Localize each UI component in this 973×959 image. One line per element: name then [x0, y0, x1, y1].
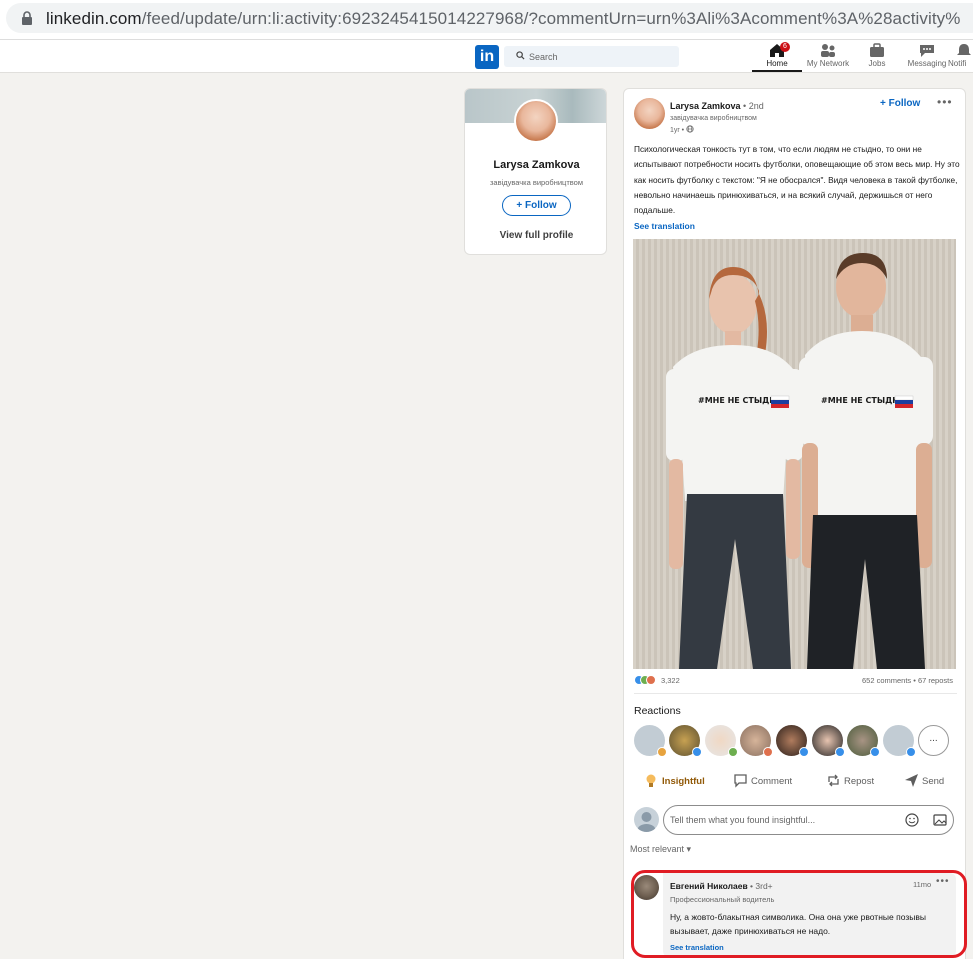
nav-home-label: Home [766, 59, 788, 68]
comment-bubble: Евгений Николаев • 3rd+ 11mo ••• Професс… [663, 873, 956, 957]
profile-avatar[interactable] [514, 99, 558, 143]
post-meta: 1yr • [670, 125, 694, 134]
search-icon [516, 51, 525, 60]
reactor-avatar[interactable] [776, 725, 809, 757]
like-reaction-icon [799, 747, 809, 757]
comment-see-translation-link[interactable]: See translation [670, 943, 724, 952]
nav-jobs-label: Jobs [868, 59, 886, 68]
like-reaction-icon [870, 747, 880, 757]
reactor-avatar[interactable] [669, 725, 702, 757]
post-stats[interactable]: 652 comments • 67 reposts [862, 676, 953, 685]
bell-icon [957, 44, 971, 55]
post-image-illustration: #МНЕ НЕ СТЫДНО #МНЕ НЕ СТЫДНО [666, 253, 933, 669]
lock-icon [22, 11, 32, 25]
globe-icon [686, 125, 694, 133]
people-icon [821, 44, 835, 57]
nav-notifications[interactable]: Notifi [948, 42, 973, 72]
nav-messaging-label: Messaging [907, 59, 947, 68]
browser-address-bar: linkedin.com/feed/update/urn:li:activity… [0, 0, 973, 40]
linkedin-logo[interactable]: in [475, 45, 499, 69]
post-image[interactable]: #МНЕ НЕ СТЫДНО #МНЕ НЕ СТЫДНО [633, 239, 956, 669]
comment-icon [734, 774, 747, 788]
notification-badge: 6 [780, 42, 790, 52]
author-degree: • 2nd [740, 101, 764, 111]
commenter-degree: • 3rd+ [747, 881, 773, 891]
search-input[interactable] [529, 48, 674, 65]
like-reaction-icon [906, 747, 916, 757]
nav-notifications-label: Notifi [948, 59, 967, 68]
woman-shirt-text: #МНЕ НЕ СТЫДНО [698, 396, 783, 405]
commenter-name[interactable]: Евгений Николаев • 3rd+ [670, 881, 773, 891]
nav-home[interactable]: 6 Home [752, 42, 802, 72]
nav-my-network-label: My Network [806, 59, 850, 68]
profile-follow-button[interactable]: + Follow [502, 195, 571, 216]
post-follow-button[interactable]: + Follow [880, 98, 920, 109]
reactor-avatar[interactable] [740, 725, 773, 757]
celebrate-reaction-icon [728, 747, 738, 757]
more-reactors-button[interactable]: ... [918, 725, 949, 756]
profile-name[interactable]: Larysa Zamkova [465, 159, 606, 171]
url-field[interactable]: linkedin.com/feed/update/urn:li:activity… [6, 3, 973, 33]
author-name[interactable]: Larysa Zamkova • 2nd [670, 101, 764, 111]
nav-jobs[interactable]: Jobs [852, 42, 902, 72]
top-nav: in 6 Home My Network Jobs Messaging Noti… [0, 40, 973, 73]
love-reaction-icon [646, 675, 656, 685]
emoji-icon[interactable] [904, 812, 920, 828]
reactor-avatar[interactable] [634, 725, 667, 757]
repost-icon [828, 774, 839, 787]
like-reaction-icon [835, 747, 845, 757]
author-title: завідувачка виробництвом [670, 115, 757, 122]
comment-more-menu-icon[interactable]: ••• [936, 876, 950, 887]
nav-my-network[interactable]: My Network [803, 42, 853, 72]
search-bar[interactable] [504, 46, 679, 67]
insightful-reaction-icon [657, 747, 667, 757]
nav-messaging[interactable]: Messaging [902, 42, 952, 72]
love-reaction-icon [763, 747, 773, 757]
url-text: linkedin.com/feed/update/urn:li:activity… [46, 9, 961, 28]
view-full-profile-link[interactable]: View full profile [465, 230, 606, 241]
divider [634, 693, 957, 694]
post-card: Larysa Zamkova • 2nd завідувачка виробни… [623, 88, 966, 959]
reactor-avatar[interactable] [812, 725, 845, 757]
like-reaction-icon [692, 747, 702, 757]
commenter-avatar[interactable] [634, 875, 659, 900]
comment-item: Евгений Николаев • 3rd+ 11mo ••• Професс… [634, 873, 962, 957]
send-icon [905, 774, 918, 787]
reactor-avatar[interactable] [705, 725, 738, 757]
briefcase-icon [870, 43, 884, 57]
post-text: Психологическая тонкость тут в том, что … [634, 144, 960, 216]
profile-card: Larysa Zamkova завідувачка виробництвом … [464, 88, 607, 255]
comment-time: 11mo [913, 880, 932, 889]
reaction-count: 3,322 [661, 676, 680, 685]
author-avatar[interactable] [634, 98, 665, 129]
see-translation-link[interactable]: See translation [634, 221, 695, 231]
commenter-title: Профессиональный водитель [670, 895, 775, 904]
post-time: 1yr • [670, 127, 685, 134]
reactions-heading: Reactions [634, 705, 681, 717]
sort-dropdown[interactable]: Most relevant ▾ [630, 844, 691, 855]
image-icon[interactable] [932, 812, 948, 828]
comment-box[interactable] [663, 805, 954, 835]
lightbulb-icon [646, 774, 656, 787]
chat-icon [920, 45, 934, 57]
man-shirt-text: #МНЕ НЕ СТЫДНО [821, 396, 906, 405]
comment-text: Ну, а жовто-блакытная символика. Она она… [670, 912, 926, 936]
current-user-avatar [634, 807, 659, 832]
reactor-avatar[interactable] [883, 725, 916, 757]
reactor-avatar[interactable] [847, 725, 880, 757]
post-more-menu-icon[interactable]: ••• [937, 95, 953, 109]
comment-input[interactable] [670, 813, 890, 827]
profile-title: завідувачка виробництвом [489, 178, 583, 187]
